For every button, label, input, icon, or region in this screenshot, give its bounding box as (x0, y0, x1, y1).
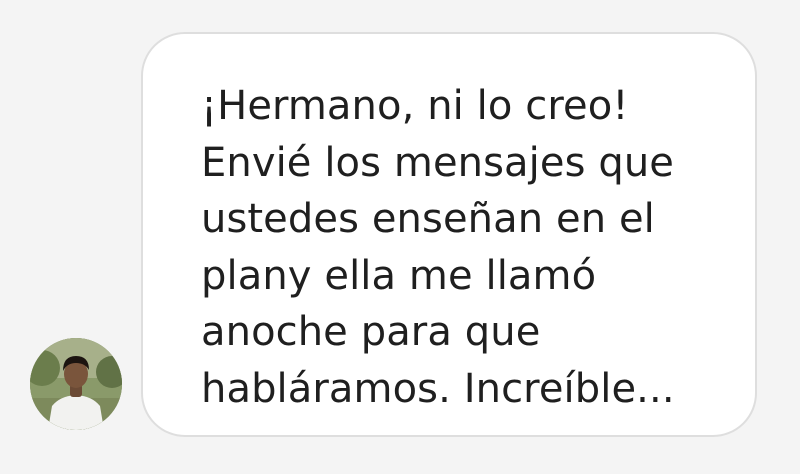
message-line-1: ¡Hermano, ni lo creo! (201, 83, 629, 129)
user-avatar-icon (30, 338, 122, 430)
message-line-6: habláramos. Increíble... (201, 365, 675, 412)
message-line-5: anoche para que (201, 309, 541, 355)
message-line-4: plany ella me llamó (201, 252, 597, 299)
message-line-2: Envié los mensajes que (201, 139, 674, 186)
message-bubble: ¡Hermano, ni lo creo! Envié los mensajes… (141, 32, 757, 437)
message-line-3: ustedes enseñan en el (201, 196, 655, 242)
chat-thread: ¡Hermano, ni lo creo! Envié los mensajes… (0, 0, 800, 474)
sender-avatar[interactable] (30, 338, 122, 430)
